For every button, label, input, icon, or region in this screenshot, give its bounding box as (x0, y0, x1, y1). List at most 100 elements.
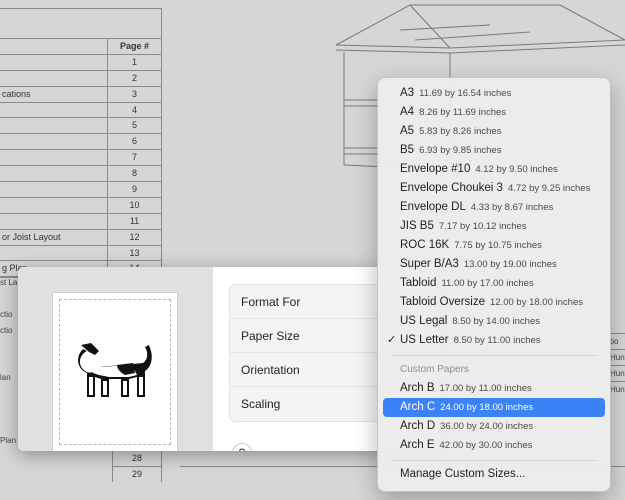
paper-dimensions: 4.72 by 9.25 inches (507, 183, 591, 194)
toc-page-cell: 11 (129, 215, 140, 226)
toc-title-cell (0, 213, 108, 229)
paper-size-menu: A3 11.69 by 16.54 inches A4 8.26 by 11.69 i… (377, 77, 611, 492)
toc-row: 1 (0, 54, 161, 71)
paper-name: Arch D (400, 420, 436, 432)
paper-size-item[interactable]: Tabloid Oversize 12.00 by 18.00 inches (383, 293, 605, 312)
paper-size-item[interactable]: A3 11.69 by 16.54 inches (383, 84, 605, 103)
page-cell: 28 (112, 450, 162, 466)
paper-size-item[interactable]: ROC 16K 7.75 by 10.75 inches (383, 236, 605, 255)
paper-name: US Letter (400, 334, 449, 346)
paper-dimensions: 4.12 by 9.50 inches (475, 164, 558, 175)
paper-size-item[interactable]: A5 5.83 by 8.26 inches (383, 122, 605, 141)
toc-page-cell: 12 (129, 231, 140, 242)
toc-page-cell: 1 (131, 56, 137, 67)
left-fragment: st La (0, 278, 18, 287)
paper-dimensions: 5.83 by 8.26 inches (419, 126, 502, 137)
print-preview (18, 267, 213, 451)
toc-title-cell (0, 102, 108, 118)
toc-page-cell: 8 (131, 168, 137, 179)
paper-name: Arch E (400, 439, 435, 451)
paper-dimensions: 36.00 by 24.00 inches (440, 421, 534, 432)
paper-size-item[interactable]: Envelope DL 4.33 by 8.67 inches (383, 198, 605, 217)
left-fragment: lan (0, 373, 11, 382)
toc-title-cell (0, 166, 108, 182)
paper-name: Envelope #10 (400, 163, 471, 175)
paper-name: Tabloid Oversize (400, 296, 486, 308)
menu-separator (392, 355, 596, 356)
toc-page-header: Page # (119, 41, 150, 51)
toc-title-cell: cations (0, 86, 108, 102)
paper-size-item[interactable]: Super B/A3 13.00 by 19.00 inches (383, 255, 605, 274)
dogcow-icon (78, 343, 152, 397)
toc-title-cell (0, 197, 108, 213)
toc-title-cell (0, 54, 108, 70)
paper-dimensions: 17.00 by 11.00 inches (439, 383, 532, 394)
toc-page-cell: 13 (129, 247, 140, 258)
paper-size-item[interactable]: Envelope #10 4.12 by 9.50 inches (383, 160, 605, 179)
paper-size-item[interactable]: ✓ US Letter 8.50 by 11.00 inches (383, 331, 605, 350)
paper-name: Arch C (400, 401, 436, 413)
toc-row: 6 (0, 134, 161, 151)
paper-dimensions: 11.69 by 16.54 inches (419, 88, 512, 99)
toc-page-cell: 5 (131, 120, 137, 131)
paper-name: Envelope Choukei 3 (400, 182, 503, 194)
paper-dimensions: 7.17 by 10.12 inches (438, 221, 527, 232)
left-fragment: ctio (0, 326, 13, 335)
paper-size-item[interactable]: JIS B5 7.17 by 10.12 inches (383, 217, 605, 236)
paper-dimensions: 11.00 by 17.00 inches (441, 278, 534, 289)
manage-custom-sizes-item[interactable]: Manage Custom Sizes... (383, 465, 605, 484)
paper-size-item[interactable]: Arch C 24.00 by 18.00 inches (383, 398, 605, 417)
toc-page-cell: 3 (131, 88, 137, 99)
paper-name: ROC 16K (400, 239, 450, 251)
paper-size-item[interactable]: Arch E 42.00 by 30.00 inches (383, 436, 605, 455)
paper-name: A5 (400, 125, 415, 137)
paper-dimensions: 24.00 by 18.00 inches (440, 402, 534, 413)
bottom-page-table: 28 29 (112, 450, 162, 482)
toc-rows: 1 2 cations 3 4 5 6 7 8 9 10 11 or Joist Layout 12 13 g… (0, 54, 161, 278)
paper-name: A4 (400, 106, 415, 118)
paper-name: B5 (400, 144, 415, 156)
toc-title-cell (0, 245, 108, 261)
paper-dimensions: 8.50 by 14.00 inches (452, 316, 540, 327)
toc-row: 13 (0, 245, 161, 262)
checkmark-icon: ✓ (387, 334, 397, 346)
toc-row: 5 (0, 118, 161, 135)
toc-title-cell (0, 182, 108, 197)
paper-dimensions: 6.93 by 9.85 inches (419, 145, 502, 156)
custom-papers-header: Custom Papers (400, 364, 469, 375)
toc-page-cell: 2 (131, 72, 137, 83)
standard-paper-list: A3 11.69 by 16.54 inches A4 8.26 by 11.69 i… (378, 84, 610, 350)
paper-dimensions: 7.75 by 10.75 inches (454, 240, 542, 251)
toc-row: 4 (0, 102, 161, 119)
print-dialog: Format For Paper Size Orientation Scalin… (18, 267, 438, 451)
toc-page-cell: 6 (131, 136, 137, 147)
paper-name: Super B/A3 (400, 258, 459, 270)
paper-name: US Legal (400, 315, 448, 327)
paper-name: JIS B5 (400, 220, 434, 232)
toc-title-cell (0, 134, 108, 150)
paper-size-item[interactable]: Tabloid 11.00 by 17.00 inches (383, 274, 605, 293)
left-fragment: Plan (0, 436, 17, 445)
paper-size-item[interactable]: Envelope Choukei 3 4.72 by 9.25 inches (383, 179, 605, 198)
paper-dimensions: 8.50 by 11.00 inches (453, 335, 541, 346)
toc-row: or Joist Layout 12 (0, 229, 161, 246)
paper-dimensions: 12.00 by 18.00 inches (490, 297, 583, 308)
toc-title-cell (0, 70, 108, 86)
toc-table: Page # 1 2 cations 3 4 5 6 7 8 9 10 11 or Joist Layo… (0, 8, 162, 279)
paper-size-item[interactable]: Arch B 17.00 by 11.00 inches (383, 379, 605, 398)
page-cell: 29 (112, 466, 162, 482)
left-fragment: ctio (0, 310, 13, 319)
paper-size-item[interactable]: A4 8.26 by 11.69 inches (383, 103, 605, 122)
paper-size-item[interactable]: B5 6.93 by 9.85 inches (383, 141, 605, 160)
paper-name: Tabloid (400, 277, 437, 289)
toc-row: 2 (0, 70, 161, 87)
paper-size-item[interactable]: US Legal 8.50 by 14.00 inches (383, 312, 605, 331)
paper-size-item[interactable]: Arch D 36.00 by 24.00 inches (383, 417, 605, 436)
paper-name: Envelope DL (400, 201, 466, 213)
toc-page-cell: 10 (129, 199, 140, 210)
paper-dimensions: 42.00 by 30.00 inches (439, 440, 533, 451)
toc-title-cell: or Joist Layout (0, 229, 108, 245)
toc-row: 9 (0, 182, 161, 198)
paper-dimensions: 4.33 by 8.67 inches (470, 202, 554, 213)
toc-row: 7 (0, 150, 161, 167)
